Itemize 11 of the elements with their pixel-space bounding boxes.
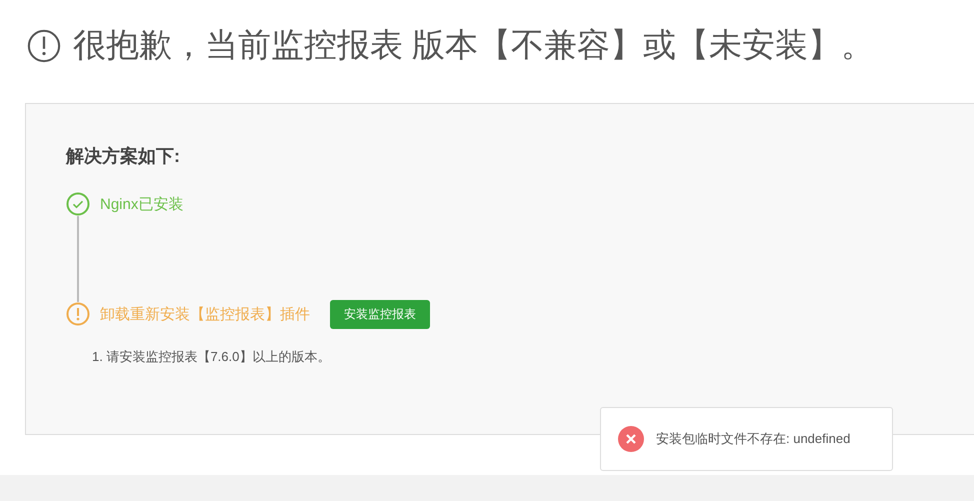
step-label: Nginx已安装 [100, 194, 184, 214]
exclamation-circle-icon [66, 302, 90, 326]
solution-title: 解决方案如下: [66, 145, 181, 168]
warning-icon [27, 28, 61, 62]
toast-message: 安装包临时文件不存在: undefined [656, 430, 850, 448]
close-circle-icon [618, 426, 644, 452]
step-label: 卸载重新安装【监控报表】插件 [100, 304, 310, 324]
check-circle-icon [66, 192, 90, 216]
step-note: 1. 请安装监控报表【7.6.0】以上的版本。 [92, 348, 332, 366]
error-heading: 很抱歉，当前监控报表 版本【不兼容】或【未安装】。 [73, 25, 874, 65]
install-button[interactable]: 安装监控报表 [330, 300, 430, 328]
